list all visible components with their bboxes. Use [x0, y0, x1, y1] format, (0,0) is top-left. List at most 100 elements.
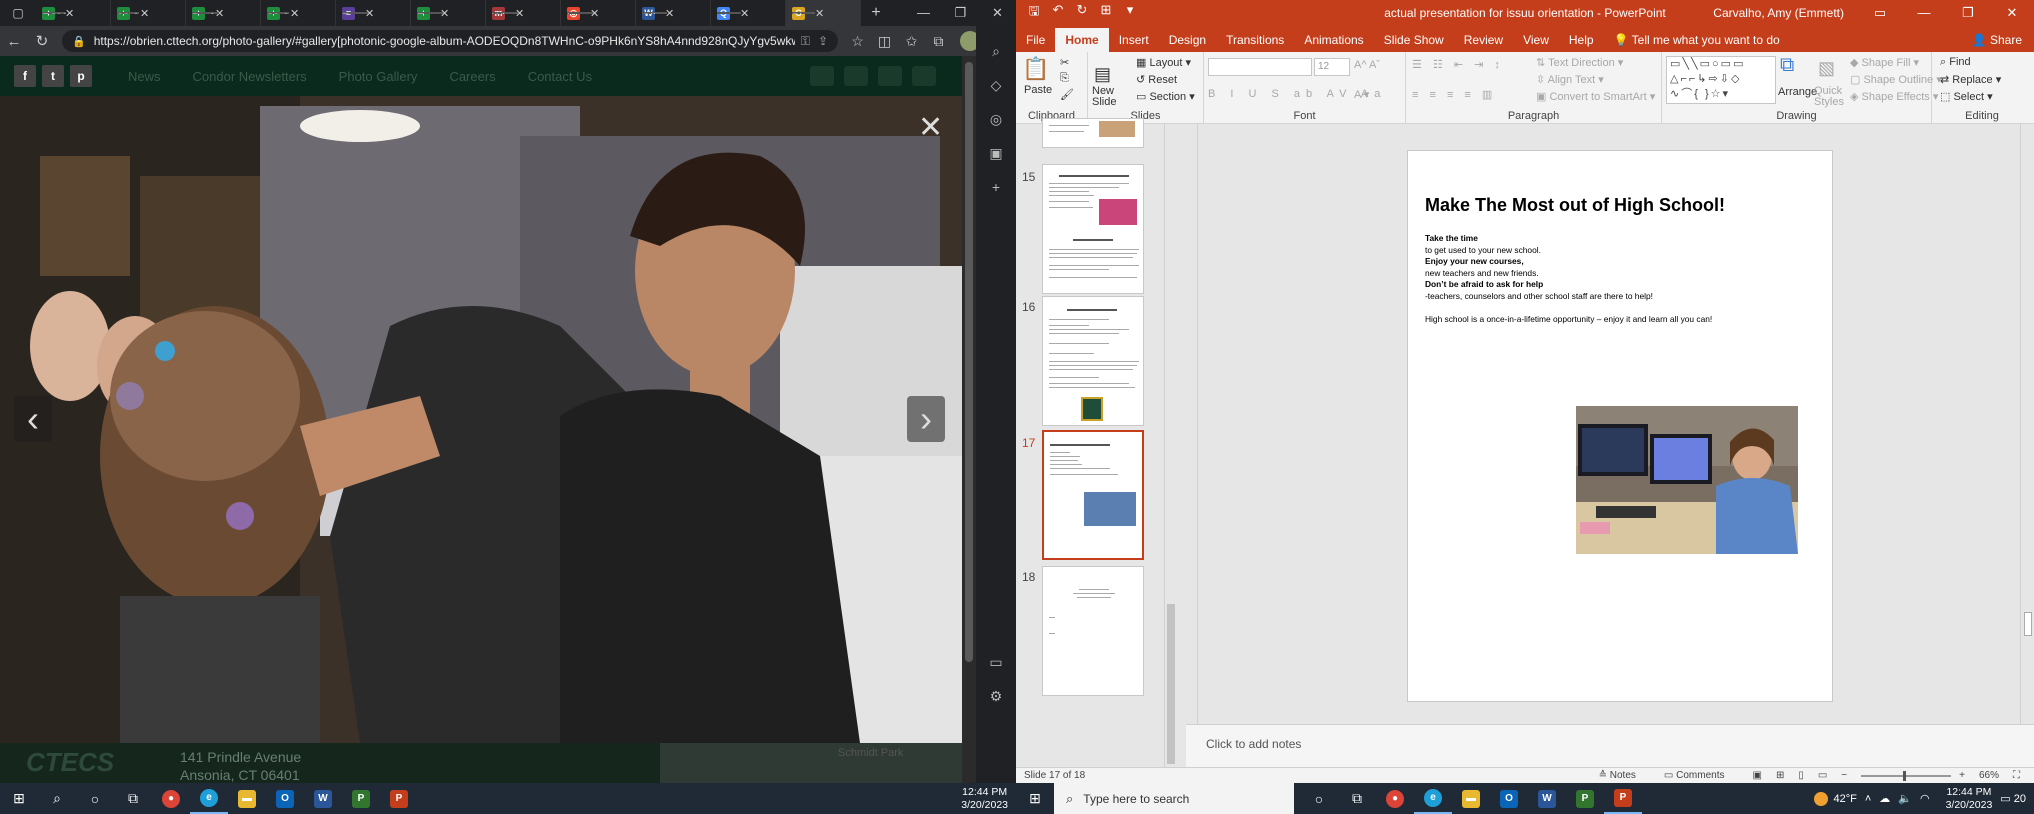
close-window-icon[interactable]: ✕ [979, 5, 1016, 21]
taskbar-clock-left[interactable]: 12:44 PM 3/20/2023 [961, 786, 1008, 812]
browser-tab[interactable]: +Basic✕ [186, 0, 261, 26]
slide-thumbnail-17-selected[interactable] [1042, 430, 1144, 560]
project-app-icon[interactable]: P [342, 783, 380, 814]
word-app-icon-2[interactable]: W [1528, 783, 1566, 814]
browser-tab[interactable]: +ECM✕ [36, 0, 111, 26]
replace-button[interactable]: ⇄ Replace ▾ [1940, 73, 2001, 86]
taskbar-search-icon[interactable]: ⌕ [38, 783, 76, 814]
sidebar-add-icon[interactable]: + [992, 170, 1000, 204]
notification-icon[interactable]: ▭ 20 [2000, 792, 2026, 805]
taskbar-clock-right[interactable]: 12:44 PM 3/20/2023 [1946, 786, 1993, 812]
slide-thumbnail-14[interactable] [1042, 118, 1144, 148]
sidebar-window-icon[interactable]: ▭ [989, 645, 1002, 679]
ribbon-tab[interactable]: Home [1055, 28, 1109, 52]
site-social-icon[interactable]: t [42, 65, 64, 87]
paste-button[interactable]: Paste [1024, 84, 1052, 96]
taskbar-search-field[interactable]: ⌕ Type here to search [1054, 783, 1294, 814]
slideshow-view-icon[interactable]: ▭ [1818, 770, 1827, 781]
zoom-slider[interactable] [1861, 770, 1952, 781]
url-input[interactable]: 🔒 https://obrien.cttech.org/photo-galler… [62, 30, 838, 52]
cut-icon[interactable]: ✂ [1060, 56, 1069, 69]
ppt-restore-icon[interactable]: ❐ [1946, 5, 1990, 21]
file-explorer-app-icon-2[interactable]: ▬ [1452, 783, 1490, 814]
slide-thumbnail-16[interactable] [1042, 296, 1144, 426]
tab-close-icon[interactable]: ✕ [140, 7, 149, 20]
start-icon-2[interactable]: ⊞ [1016, 783, 1054, 814]
site-nav-link[interactable]: Careers [449, 69, 495, 84]
font-color-icon[interactable]: A ▾ [1354, 88, 1369, 101]
split-screen-icon[interactable]: ◫ [871, 33, 898, 50]
shape-outline-button[interactable]: ▢ Shape Outline ▾ [1850, 73, 1942, 86]
ppt-close-icon[interactable]: ✕ [1990, 5, 2034, 21]
fit-slide-icon[interactable]: ⛶ [2013, 770, 2020, 781]
ribbon-tab[interactable]: Design [1159, 28, 1216, 52]
footer-map[interactable]: Schmidt Park [660, 743, 962, 783]
section-button[interactable]: ▭ Section ▾ [1136, 90, 1195, 103]
project-app-icon-2[interactable]: P [1566, 783, 1604, 814]
new-slide-button[interactable]: New Slide [1092, 86, 1132, 108]
find-button[interactable]: ⌕ Find [1940, 56, 1971, 69]
restore-icon[interactable]: ❐ [942, 5, 979, 21]
tab-close-icon[interactable]: ✕ [290, 7, 299, 20]
collections-icon[interactable]: ⧉ [925, 33, 952, 50]
new-slide-icon[interactable]: ▤ [1094, 64, 1111, 85]
reset-button[interactable]: ↺ Reset [1136, 73, 1177, 86]
browser-tab[interactable]: WOlive✕ [636, 0, 711, 26]
reading-view-icon[interactable]: ▯ [1798, 770, 1804, 781]
weather-widget[interactable]: 42°F [1814, 791, 1857, 806]
outlook-app-icon-2[interactable]: O [1490, 783, 1528, 814]
twitter-icon[interactable] [810, 66, 834, 86]
copy-icon[interactable]: ⎘ [1060, 72, 1069, 85]
site-nav-link[interactable]: Photo Gallery [339, 69, 418, 84]
shape-effects-button[interactable]: ◈ Shape Effects ▾ [1850, 90, 1938, 103]
instagram-icon[interactable] [912, 66, 936, 86]
bookmark-star-icon[interactable]: ☆ [844, 33, 871, 50]
browser-tab[interactable]: CPhot✕ [786, 0, 861, 26]
layout-button[interactable]: ▦ Layout ▾ [1136, 56, 1191, 69]
key-icon[interactable]: ⚿ [801, 34, 810, 49]
start-slideshow-icon[interactable]: ⊞ [1094, 2, 1118, 24]
ribbon-tab[interactable]: View [1513, 28, 1559, 52]
slide-thumbnail-18[interactable] [1042, 566, 1144, 696]
zoom-level[interactable]: 66% [1979, 770, 1999, 781]
ribbon-display-icon[interactable]: ▭ [1858, 5, 1902, 21]
outlook-app-icon[interactable]: O [266, 783, 304, 814]
browser-tab[interactable]: +22-2✕ [111, 0, 186, 26]
powerpoint-app-icon[interactable]: P [380, 783, 418, 814]
format-painter-icon[interactable]: 🖌 [1060, 88, 1074, 101]
close-lightbox-icon[interactable]: ✕ [918, 110, 943, 145]
zoom-in-icon[interactable]: + [1959, 770, 1965, 781]
task-view-icon[interactable]: ⧉ [114, 783, 152, 814]
edge-app-icon-2[interactable]: e [1414, 783, 1452, 814]
normal-view-icon[interactable]: ▣ [1752, 770, 1761, 781]
redo-icon[interactable]: ↻ [1070, 2, 1094, 24]
save-icon[interactable]: 🖫 [1022, 2, 1046, 24]
share-button[interactable]: 👤 Share [1960, 28, 2034, 52]
ribbon-tab[interactable]: Slide Show [1374, 28, 1454, 52]
sidebar-outlook-icon[interactable]: ▣ [989, 136, 1002, 170]
prev-arrow-icon[interactable]: ‹ [14, 396, 52, 442]
shape-fill-button[interactable]: ◆ Shape Fill ▾ [1850, 56, 1919, 69]
network-icon[interactable]: ☁ [1879, 792, 1890, 805]
site-social-icon[interactable]: p [70, 65, 92, 87]
browser-tab[interactable]: mWhat✕ [486, 0, 561, 26]
align-text-button[interactable]: ⇳ Align Text ▾ [1536, 73, 1604, 86]
notes-pane[interactable]: Click to add notes [1186, 724, 2034, 767]
slide-sorter-icon[interactable]: ⊞ [1776, 770, 1784, 781]
browser-tab[interactable]: ◎Issuu✕ [561, 0, 636, 26]
share-icon[interactable]: ⇪ [818, 34, 828, 48]
sidebar-search-icon[interactable]: ⌕ [992, 34, 1000, 68]
show-hidden-icons[interactable]: ˄ [1865, 793, 1871, 805]
comments-toggle-button[interactable]: ▭ Comments [1664, 770, 1739, 781]
ribbon-tab[interactable]: Insert [1109, 28, 1159, 52]
volume-icon[interactable]: 🔈 [1898, 792, 1912, 805]
reload-icon[interactable]: ↻ [28, 32, 56, 50]
ribbon-tab[interactable]: Transitions [1216, 28, 1294, 52]
edge-app-icon[interactable]: e [190, 783, 228, 814]
undo-icon[interactable]: ↶ [1046, 2, 1070, 24]
browser-tab[interactable]: Qemm✕ [711, 0, 786, 26]
favorites-icon[interactable]: ✩ [898, 33, 925, 50]
quick-styles-button[interactable]: Quick Styles [1814, 86, 1844, 108]
browser-tab[interactable]: ≡Emm✕ [336, 0, 411, 26]
ppt-minimize-icon[interactable]: — [1902, 5, 1946, 21]
